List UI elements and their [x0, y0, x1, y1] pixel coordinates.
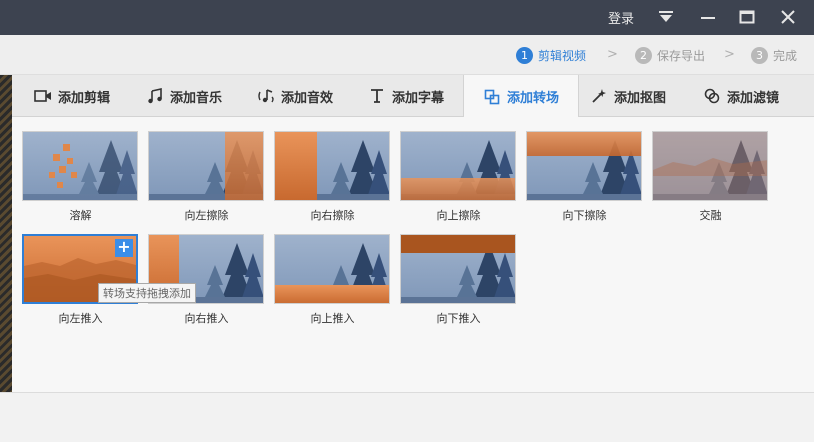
tab-label: 添加音效	[281, 90, 334, 106]
step-edit-video[interactable]: 1 剪辑视频	[516, 46, 586, 64]
tab-label: 添加字幕	[392, 90, 445, 106]
transition-dissolve[interactable]: 溶解	[22, 131, 139, 223]
app-window: 登录 1 剪辑视频 > 2 保存导出 > 3 完成 添加剪辑 添加音乐 添加音效…	[0, 0, 814, 442]
maximize-icon	[739, 10, 755, 24]
transition-icon	[483, 88, 501, 106]
chevron-right-icon: >	[607, 47, 618, 62]
tab-bar: 添加剪辑 添加音乐 添加音效 添加字幕 添加转场 添加抠图 添加滤镜	[12, 75, 814, 118]
filter-icon	[703, 87, 721, 105]
sound-effect-icon	[257, 87, 275, 105]
music-note-icon	[146, 87, 164, 105]
title-bar: 登录	[0, 0, 814, 35]
transition-thumbnail	[652, 131, 768, 201]
transition-label: 向下推入	[436, 312, 481, 325]
login-link[interactable]: 登录	[608, 8, 634, 27]
transition-push-right[interactable]: 向右推入	[148, 234, 265, 326]
transition-label: 向右推入	[184, 312, 229, 325]
step-bar: 1 剪辑视频 > 2 保存导出 > 3 完成	[0, 35, 814, 75]
transition-label: 交融	[699, 209, 722, 222]
transition-label: 向下擦除	[562, 209, 607, 222]
tab-label: 添加转场	[506, 91, 559, 106]
transition-label: 向上擦除	[436, 209, 481, 222]
add-transition-button[interactable]: +	[115, 239, 133, 257]
text-t-icon	[368, 87, 386, 105]
transition-label: 向右擦除	[310, 209, 355, 222]
close-button[interactable]	[776, 6, 800, 28]
transition-blend[interactable]: 交融	[652, 131, 769, 223]
transition-thumbnail	[274, 234, 390, 304]
minimize-button[interactable]	[696, 6, 720, 28]
tab-add-cutout[interactable]: 添加抠图	[590, 75, 666, 117]
transition-thumbnail	[400, 131, 516, 201]
maximize-button[interactable]	[735, 6, 759, 28]
transition-label: 向左推入	[58, 312, 103, 325]
transition-wipe-left[interactable]: 向左擦除	[148, 131, 265, 223]
preview-strip	[0, 75, 12, 392]
close-icon	[781, 10, 795, 24]
bottom-area	[0, 392, 814, 442]
transition-thumbnail	[526, 131, 642, 201]
transition-thumbnail	[148, 131, 264, 201]
transition-thumbnail	[274, 131, 390, 201]
tab-add-music[interactable]: 添加音乐	[146, 75, 222, 117]
transition-thumbnail	[400, 234, 516, 304]
transition-push-down[interactable]: 向下推入	[400, 234, 517, 326]
transition-wipe-up[interactable]: 向上擦除	[400, 131, 517, 223]
step-number: 3	[751, 46, 768, 64]
step-finish[interactable]: 3 完成	[751, 46, 797, 64]
tab-add-transition[interactable]: 添加转场	[463, 75, 579, 118]
chevron-right-icon: >	[724, 47, 735, 62]
step-label: 完成	[773, 48, 798, 63]
magic-wand-icon	[590, 87, 608, 105]
tab-label: 添加滤镜	[727, 90, 780, 106]
transition-push-left[interactable]: + 向左推入	[22, 234, 139, 326]
menu-triangle-icon	[659, 11, 673, 22]
dropdown-menu-button[interactable]	[654, 6, 678, 28]
transition-push-up[interactable]: 向上推入	[274, 234, 391, 326]
tab-add-subtitle[interactable]: 添加字幕	[368, 75, 444, 117]
transition-label: 向上推入	[310, 312, 355, 325]
transition-gallery: 溶解 向左擦除 向右擦除 向上擦除 向下擦除 交融 + 向左推入 向右推入 向上…	[12, 117, 814, 392]
minimize-icon	[701, 17, 715, 19]
tab-add-filter[interactable]: 添加滤镜	[703, 75, 779, 117]
tab-label: 添加抠图	[614, 90, 667, 106]
video-camera-icon	[34, 87, 52, 105]
tab-add-sound-effect[interactable]: 添加音效	[257, 75, 333, 117]
step-number: 1	[516, 46, 533, 64]
step-label: 保存导出	[657, 48, 706, 63]
transition-wipe-right[interactable]: 向右擦除	[274, 131, 391, 223]
tab-add-clip[interactable]: 添加剪辑	[34, 75, 110, 117]
transition-wipe-down[interactable]: 向下擦除	[526, 131, 643, 223]
transition-label: 溶解	[69, 209, 92, 222]
step-label: 剪辑视频	[538, 48, 587, 63]
tab-label: 添加剪辑	[58, 90, 111, 106]
tab-label: 添加音乐	[170, 90, 223, 106]
drag-hint-tooltip: 转场支持拖拽添加	[98, 283, 196, 303]
step-number: 2	[635, 46, 652, 64]
transition-label: 向左擦除	[184, 209, 229, 222]
step-save-export[interactable]: 2 保存导出	[635, 46, 705, 64]
transition-thumbnail	[22, 131, 138, 201]
